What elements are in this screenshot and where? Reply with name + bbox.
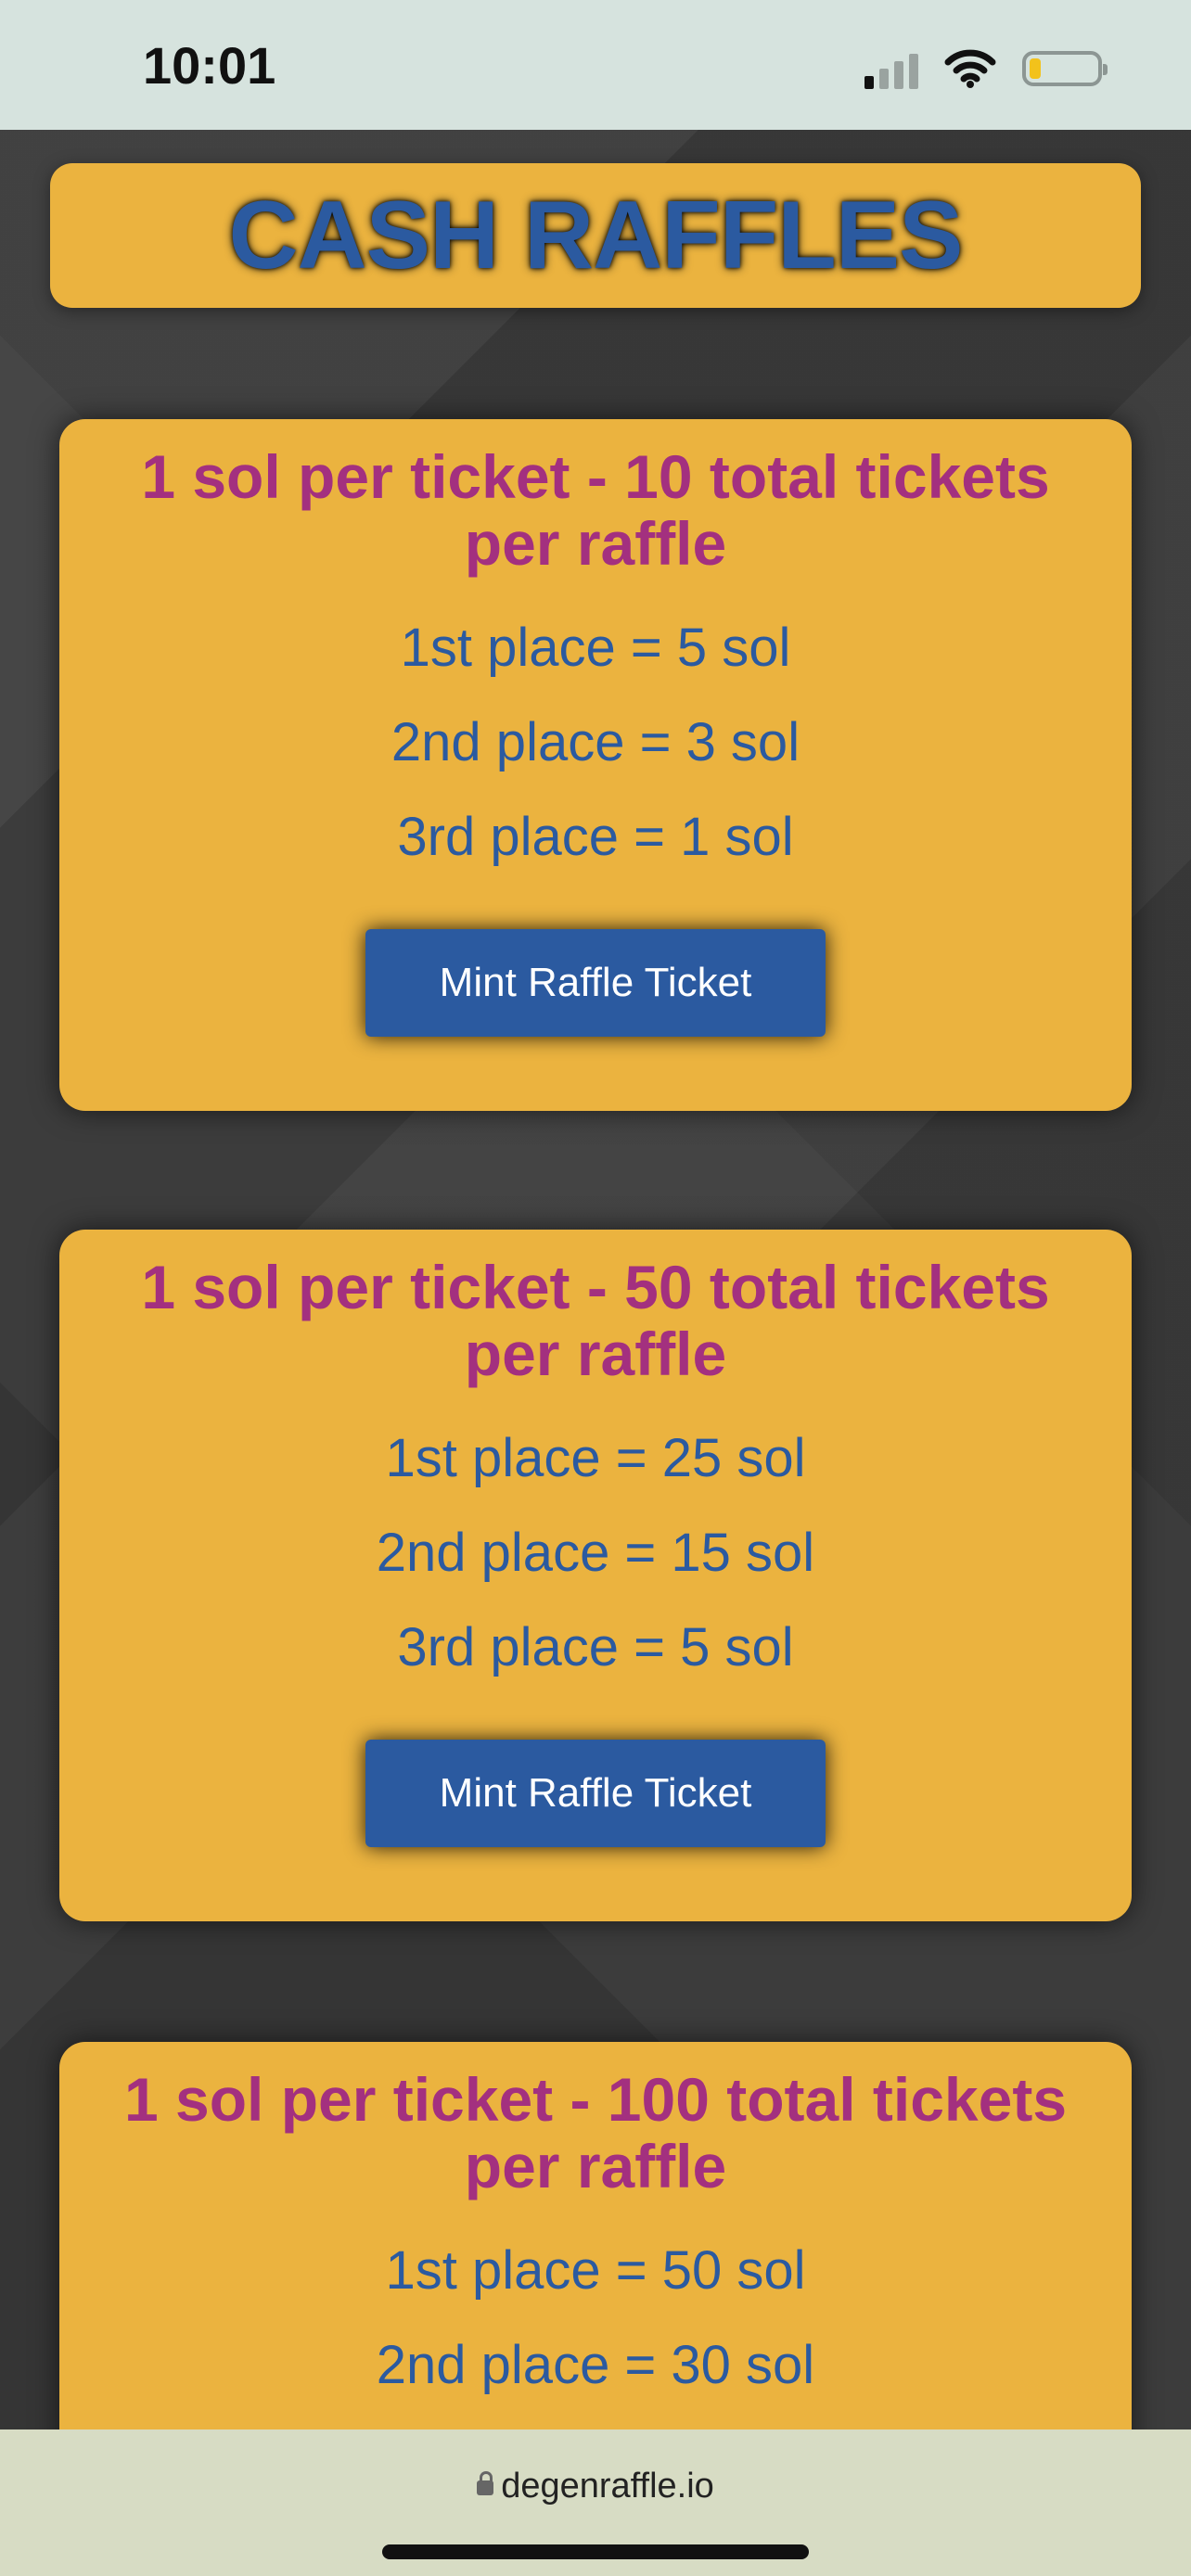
prize-list: 1st place = 50 sol 2nd place = 30 sol xyxy=(59,2224,1132,2413)
prize-first: 1st place = 50 sol xyxy=(385,2240,806,2301)
prize-first: 1st place = 5 sol xyxy=(400,618,791,678)
prize-second: 2nd place = 3 sol xyxy=(391,712,800,772)
title-banner: CASH RAFFLES xyxy=(50,163,1141,308)
status-time: 10:01 xyxy=(143,36,276,95)
raffle-heading: 1 sol per ticket - 100 total tickets per… xyxy=(123,2065,1068,2200)
lock-icon xyxy=(477,2471,494,2495)
url-text: degenraffle.io xyxy=(501,2467,714,2506)
prize-third: 3rd place = 5 sol xyxy=(397,1617,794,1677)
status-bar: 10:01 xyxy=(0,0,1191,130)
raffle-card-10: 1 sol per ticket - 10 total tickets per … xyxy=(59,419,1132,1111)
mint-raffle-ticket-button[interactable]: Mint Raffle Ticket xyxy=(365,1740,826,1847)
battery-icon xyxy=(1022,51,1108,86)
browser-address-bar[interactable]: degenraffle.io xyxy=(0,2429,1191,2576)
page-title: CASH RAFFLES xyxy=(228,181,963,289)
raffle-heading: 1 sol per ticket - 10 total tickets per … xyxy=(141,442,1050,578)
raffle-card-50: 1 sol per ticket - 50 total tickets per … xyxy=(59,1230,1132,1921)
cellular-signal-icon xyxy=(864,48,918,89)
prize-list: 1st place = 5 sol 2nd place = 3 sol 3rd … xyxy=(59,601,1132,885)
wifi-icon xyxy=(944,49,996,88)
url-display[interactable]: degenraffle.io xyxy=(0,2467,1191,2506)
prize-list: 1st place = 25 sol 2nd place = 15 sol 3r… xyxy=(59,1411,1132,1695)
prize-second: 2nd place = 15 sol xyxy=(376,1523,815,1583)
status-icons xyxy=(864,48,1108,89)
prize-first: 1st place = 25 sol xyxy=(385,1428,806,1488)
prize-third: 3rd place = 1 sol xyxy=(397,807,794,867)
mint-raffle-ticket-button[interactable]: Mint Raffle Ticket xyxy=(365,929,826,1037)
prize-second: 2nd place = 30 sol xyxy=(376,2335,815,2395)
home-indicator[interactable] xyxy=(382,2544,809,2559)
raffle-heading: 1 sol per ticket - 50 total tickets per … xyxy=(141,1253,1050,1388)
